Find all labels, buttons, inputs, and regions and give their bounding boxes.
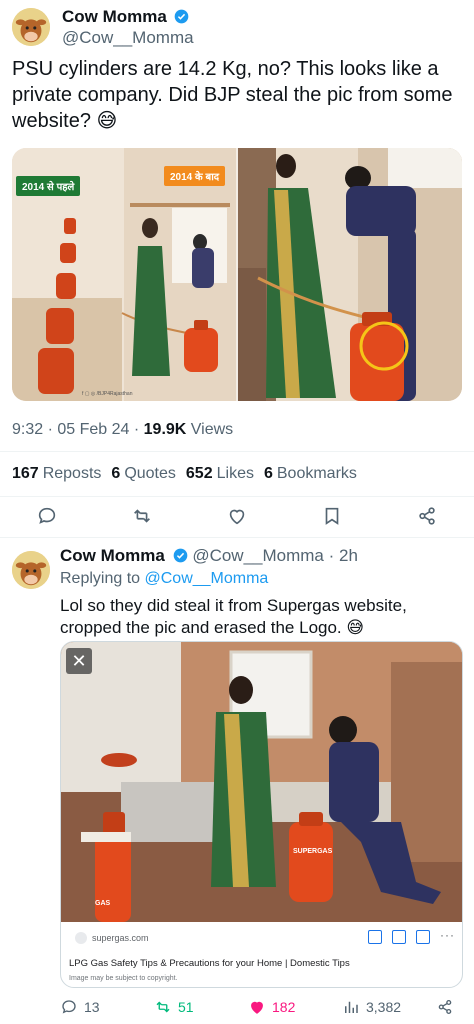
reply-photo: SUPERGAS GAS ✕ — [61, 642, 462, 922]
cylinder-brand: SUPERGAS — [293, 848, 333, 855]
author-handle[interactable]: @Cow__Momma — [62, 28, 194, 48]
reply-media-card[interactable]: SUPERGAS GAS ✕ supergas.com ··· LPG Gas … — [60, 641, 463, 988]
reply-avatar[interactable] — [12, 551, 50, 589]
tweet-stats: 167 Reposts 6 Quotes 652 Likes 6 Bookmarks — [12, 465, 357, 483]
cylinder-brand-partial: GAS — [95, 900, 111, 907]
image-icon[interactable] — [416, 930, 430, 944]
like-count: 182 — [272, 999, 296, 1015]
card-tool-icons: ··· — [368, 929, 454, 944]
repost-count: 51 — [178, 999, 194, 1015]
card-site[interactable]: supergas.com — [75, 932, 149, 944]
reply-text: Lol so they did steal it from Supergas w… — [60, 596, 407, 637]
bookmarks-label: Bookmarks — [276, 465, 357, 482]
reposts-stat[interactable]: 167 Reposts — [12, 465, 101, 483]
reply-views-button[interactable]: 3,382 — [342, 998, 401, 1016]
views-count: 19.9K — [143, 421, 187, 438]
kitchen-photo — [61, 642, 462, 922]
reply-icon — [60, 998, 78, 1016]
likes-stat[interactable]: 652 Likes — [186, 465, 254, 483]
views-count: 3,382 — [366, 999, 402, 1015]
reply-author-line: Cow Momma @Cow__Momma · 2h — [60, 546, 358, 566]
reposts-label: Reposts — [42, 465, 102, 482]
replying-to: Replying to @Cow__Momma — [60, 570, 268, 588]
views-label: Views — [186, 421, 234, 438]
reply-icon[interactable] — [36, 505, 58, 527]
tweet-text: PSU cylinders are 14.2 Kg, no? This look… — [12, 58, 453, 132]
more-icon[interactable]: ··· — [440, 929, 454, 944]
globe-icon — [75, 932, 87, 944]
quotes-label: Quotes — [124, 465, 176, 482]
cylinder-photo — [238, 148, 462, 401]
lens-icon[interactable] — [368, 930, 382, 944]
close-icon[interactable]: ✕ — [66, 648, 92, 674]
before-2014-tag: 2014 से पहले — [16, 176, 81, 196]
after-2014-tag: 2014 के बाद — [164, 166, 226, 186]
reply-share-button[interactable] — [436, 998, 454, 1016]
media-panel-after — [238, 148, 462, 401]
likes-label: Likes — [216, 465, 254, 482]
card-page-title[interactable]: LPG Gas Safety Tips & Precautions for yo… — [69, 958, 350, 969]
tweet-media[interactable]: 2014 से पहले 2014 के बाद f ▢ ◎ /BJP4Raja… — [12, 148, 462, 401]
bookmark-icon[interactable] — [321, 505, 343, 527]
reply-author-name[interactable]: Cow Momma — [60, 546, 165, 565]
card-copyright: Image may be subject to copyright. — [69, 975, 178, 982]
share-icon — [436, 998, 454, 1016]
replying-prefix: Replying to — [60, 570, 145, 587]
views-icon — [342, 998, 360, 1016]
verified-icon — [173, 548, 188, 563]
author-name[interactable]: Cow Momma — [62, 7, 167, 26]
repost-icon[interactable] — [131, 505, 153, 527]
reply-reply-button[interactable]: 13 — [60, 998, 100, 1016]
tweet-meta: 9:32 · 05 Feb 24 · 19.9K Views — [12, 421, 233, 439]
repost-icon — [154, 998, 172, 1016]
reposts-count: 167 — [12, 465, 39, 482]
verified-icon — [174, 9, 189, 24]
reply-actions: 13 51 182 3,382 — [60, 998, 465, 1020]
card-site-label: supergas.com — [92, 933, 149, 943]
share-icon[interactable] — [416, 505, 438, 527]
card-source-row: supergas.com ··· — [61, 924, 462, 954]
reply-repost-button[interactable]: 51 — [154, 998, 194, 1016]
tweet-time[interactable]: 9:32 · 05 Feb 24 · — [12, 421, 144, 438]
media-panel-before: 2014 से पहले 2014 के बाद f ▢ ◎ /BJP4Raja… — [12, 148, 236, 401]
bookmarks-stat[interactable]: 6 Bookmarks — [264, 465, 357, 483]
like-icon[interactable] — [226, 505, 248, 527]
avatar[interactable] — [12, 8, 50, 46]
media-footer-text: f ▢ ◎ /BJP4Rajasthan — [82, 391, 133, 397]
bookmarks-count: 6 — [263, 465, 273, 482]
divider — [0, 537, 474, 538]
author-line: Cow Momma — [62, 7, 189, 27]
quotes-count: 6 — [111, 465, 121, 482]
likes-count: 652 — [185, 465, 213, 482]
replying-to-link[interactable]: @Cow__Momma — [145, 570, 269, 587]
quotes-stat[interactable]: 6 Quotes — [111, 465, 176, 483]
divider — [0, 496, 474, 497]
like-icon — [248, 998, 266, 1016]
translate-icon[interactable] — [392, 930, 406, 944]
divider — [0, 451, 474, 452]
tweet-actions — [0, 505, 474, 531]
reply-like-button[interactable]: 182 — [248, 998, 295, 1016]
reply-count: 13 — [84, 999, 100, 1015]
reply-author-handle[interactable]: @Cow__Momma · 2h — [192, 546, 358, 565]
